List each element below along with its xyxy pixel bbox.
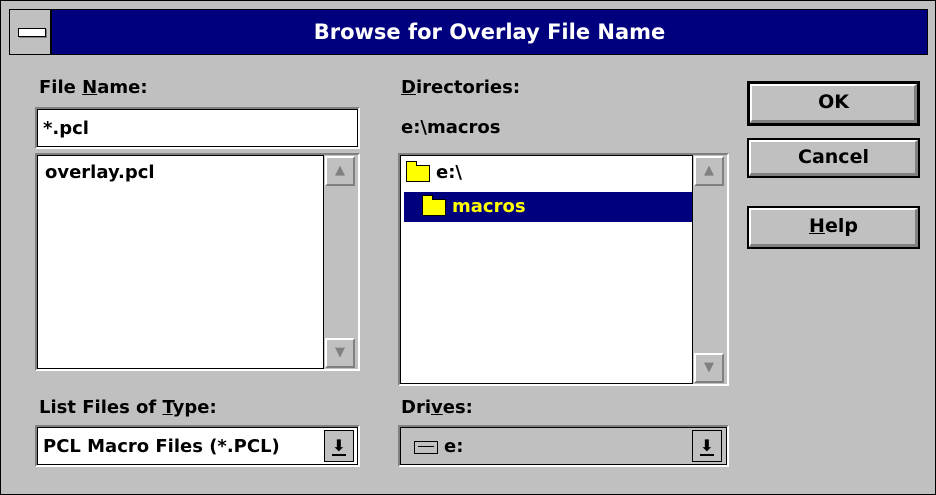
system-menu-icon — [18, 28, 46, 37]
dialog-title: Browse for Overlay File Name — [313, 20, 666, 44]
file-name-value: *.pcl — [43, 118, 89, 139]
open-folder-icon — [422, 194, 446, 216]
drives-dropdown-button[interactable]: ⬇ — [692, 430, 722, 462]
help-button[interactable]: Help — [747, 206, 920, 249]
directory-item-root[interactable]: e:\ — [406, 158, 462, 188]
dropdown-arrow-icon: ⬇ — [700, 436, 714, 456]
up-arrow-icon: ▲ — [335, 163, 345, 178]
down-arrow-icon: ▼ — [704, 360, 714, 375]
file-list[interactable]: overlay.pcl ▲ ▼ — [35, 153, 360, 371]
current-directory-path: e:\macros — [401, 117, 501, 138]
down-arrow-icon: ▼ — [335, 345, 345, 360]
drives-value: e: — [414, 436, 463, 457]
up-arrow-icon: ▲ — [704, 163, 714, 178]
directories-label: Directories: — [401, 77, 521, 98]
drive-icon — [414, 440, 438, 454]
scroll-up-button[interactable]: ▲ — [325, 156, 355, 186]
file-list-scrollbar[interactable]: ▲ ▼ — [323, 155, 358, 369]
directory-list[interactable]: e:\ macros ▲ ▼ — [398, 153, 729, 386]
scroll-down-button[interactable]: ▼ — [325, 338, 355, 368]
directory-item-macros[interactable]: macros — [403, 191, 693, 223]
ok-button[interactable]: OK — [747, 81, 920, 126]
file-type-label: List Files of Type: — [39, 397, 217, 418]
file-type-value: PCL Macro Files (*.PCL) — [43, 436, 280, 457]
system-menu-button[interactable] — [10, 10, 52, 54]
file-type-dropdown[interactable]: PCL Macro Files (*.PCL) ⬇ — [35, 425, 360, 467]
dropdown-arrow-icon: ⬇ — [332, 436, 346, 456]
file-type-dropdown-button[interactable]: ⬇ — [324, 430, 354, 462]
scroll-up-button[interactable]: ▲ — [694, 156, 724, 186]
file-name-input[interactable]: *.pcl — [35, 107, 360, 149]
drives-label: Drives: — [401, 397, 473, 418]
cancel-button[interactable]: Cancel — [747, 138, 920, 178]
directory-list-scrollbar[interactable]: ▲ ▼ — [692, 155, 727, 384]
title-bar[interactable]: Browse for Overlay File Name — [9, 9, 928, 55]
dialog-window: Browse for Overlay File Name File Name: … — [0, 0, 936, 495]
file-name-label: File Name: — [39, 77, 148, 98]
open-folder-icon — [406, 160, 430, 182]
list-item[interactable]: overlay.pcl — [45, 158, 155, 188]
drives-dropdown[interactable]: e: ⬇ — [398, 425, 729, 467]
scroll-down-button[interactable]: ▼ — [694, 353, 724, 383]
